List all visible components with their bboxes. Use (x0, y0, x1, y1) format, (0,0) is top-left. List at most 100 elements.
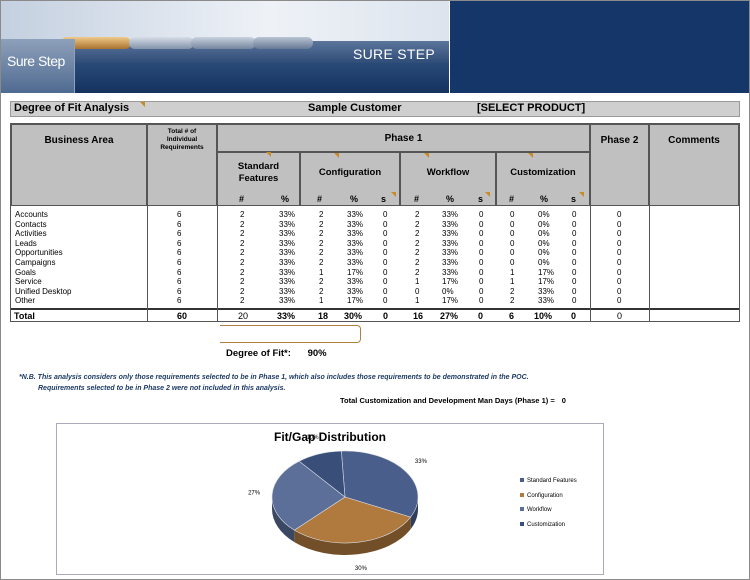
cell-sf_n[interactable]: 2 (240, 239, 244, 249)
cell-wf_p[interactable]: 17% (442, 277, 458, 287)
cell-sf_n[interactable]: 2 (240, 268, 244, 278)
cell-wf_p[interactable]: 33% (442, 248, 458, 258)
cell-p2[interactable]: 0 (617, 296, 621, 306)
cell-p2[interactable]: 0 (617, 277, 621, 287)
cell-wf_p[interactable]: 33% (442, 229, 458, 239)
cell-cf_s[interactable]: 0 (383, 220, 387, 230)
cell-sf_p[interactable]: 33% (279, 277, 295, 287)
cell-wf_s[interactable]: 0 (479, 287, 483, 297)
cell-sf_p[interactable]: 33% (279, 229, 295, 239)
cell-cu_p[interactable]: 0% (538, 229, 550, 239)
cell-wf_n[interactable]: 1 (415, 277, 419, 287)
cell-cu_n[interactable]: 2 (510, 296, 514, 306)
cell-p2[interactable]: 0 (617, 239, 621, 249)
cell-cu_p[interactable]: 0% (538, 258, 550, 268)
cell-sf_n[interactable]: 2 (240, 296, 244, 306)
cell-cu_n[interactable]: 0 (510, 229, 514, 239)
customer-name[interactable]: Sample Customer (308, 102, 402, 114)
cell-cu_n[interactable]: 0 (510, 258, 514, 268)
cell-cu_n[interactable]: 1 (510, 268, 514, 278)
cell-cu_s[interactable]: 0 (572, 239, 576, 249)
cell-cu_p[interactable]: 0% (538, 220, 550, 230)
cell-wf_n[interactable]: 2 (415, 210, 419, 220)
cell-sf_p[interactable]: 33% (279, 220, 295, 230)
cell-cf_s[interactable]: 0 (383, 268, 387, 278)
cell-cu_p[interactable]: 17% (538, 268, 554, 278)
cell-cu_p[interactable]: 17% (538, 277, 554, 287)
cell-wf_n[interactable]: 2 (415, 220, 419, 230)
cell-cu_p[interactable]: 33% (538, 296, 554, 306)
cell-cu_n[interactable]: 0 (510, 239, 514, 249)
cell-wf_s[interactable]: 0 (479, 239, 483, 249)
cell-wf_n[interactable]: 2 (415, 268, 419, 278)
cell-total[interactable]: 6 (177, 248, 181, 258)
cell-wf_p[interactable]: 33% (442, 220, 458, 230)
cell-cu_s[interactable]: 0 (572, 268, 576, 278)
cell-p2[interactable]: 0 (617, 248, 621, 258)
cell-cf_n[interactable]: 1 (319, 268, 323, 278)
cell-wf_p[interactable]: 33% (442, 239, 458, 249)
cell-cf_s[interactable]: 0 (383, 210, 387, 220)
cell-cf_p[interactable]: 33% (347, 220, 363, 230)
cell-wf_s[interactable]: 0 (479, 229, 483, 239)
cell-cf_p[interactable]: 33% (347, 277, 363, 287)
cell-wf_n[interactable]: 2 (415, 239, 419, 249)
cell-cf_n[interactable]: 2 (319, 277, 323, 287)
cell-sf_n[interactable]: 2 (240, 258, 244, 268)
cell-sf_n[interactable]: 2 (240, 220, 244, 230)
cell-cf_s[interactable]: 0 (383, 248, 387, 258)
cell-wf_p[interactable]: 33% (442, 210, 458, 220)
cell-p2[interactable]: 0 (617, 258, 621, 268)
cell-sf_p[interactable]: 33% (279, 239, 295, 249)
chart-container[interactable]: Fit/Gap Distribution 33% 30% 27% 10% Standa… (56, 423, 604, 575)
cell-wf_s[interactable]: 0 (479, 258, 483, 268)
cell-cu_n[interactable]: 0 (510, 248, 514, 258)
cell-cf_s[interactable]: 0 (383, 296, 387, 306)
cell-wf_p[interactable]: 0% (442, 287, 454, 297)
cell-wf_n[interactable]: 1 (415, 296, 419, 306)
cell-cf_p[interactable]: 33% (347, 258, 363, 268)
cell-sf_p[interactable]: 33% (279, 296, 295, 306)
cell-cu_s[interactable]: 0 (572, 229, 576, 239)
cell-sf_n[interactable]: 2 (240, 210, 244, 220)
cell-total[interactable]: 6 (177, 239, 181, 249)
cell-cu_s[interactable]: 0 (572, 220, 576, 230)
cell-wf_n[interactable]: 2 (415, 229, 419, 239)
cell-cf_n[interactable]: 2 (319, 220, 323, 230)
cell-cu_n[interactable]: 1 (510, 277, 514, 287)
cell-total[interactable]: 6 (177, 229, 181, 239)
cell-cu_p[interactable]: 0% (538, 248, 550, 258)
cell-cf_p[interactable]: 33% (347, 287, 363, 297)
cell-p2[interactable]: 0 (617, 220, 621, 230)
cell-sf_p[interactable]: 33% (279, 258, 295, 268)
cell-wf_p[interactable]: 33% (442, 258, 458, 268)
cell-cu_n[interactable]: 0 (510, 210, 514, 220)
cell-sf_p[interactable]: 33% (279, 248, 295, 258)
cell-wf_p[interactable]: 17% (442, 296, 458, 306)
cell-cu_n[interactable]: 0 (510, 220, 514, 230)
cell-p2[interactable]: 0 (617, 210, 621, 220)
cell-cf_s[interactable]: 0 (383, 229, 387, 239)
cell-cf_n[interactable]: 2 (319, 239, 323, 249)
cell-total[interactable]: 6 (177, 296, 181, 306)
cell-total[interactable]: 6 (177, 277, 181, 287)
cell-cf_p[interactable]: 33% (347, 229, 363, 239)
cell-total[interactable]: 6 (177, 258, 181, 268)
cell-wf_n[interactable]: 2 (415, 258, 419, 268)
cell-cf_p[interactable]: 17% (347, 296, 363, 306)
cell-wf_s[interactable]: 0 (479, 220, 483, 230)
cell-cu_s[interactable]: 0 (572, 287, 576, 297)
cell-cf_p[interactable]: 33% (347, 210, 363, 220)
cell-cf_n[interactable]: 2 (319, 287, 323, 297)
cell-cu_n[interactable]: 2 (510, 287, 514, 297)
cell-cf_s[interactable]: 0 (383, 239, 387, 249)
cell-cf_s[interactable]: 0 (383, 287, 387, 297)
cell-sf_n[interactable]: 2 (240, 287, 244, 297)
cell-cf_n[interactable]: 1 (319, 296, 323, 306)
cell-wf_s[interactable]: 0 (479, 277, 483, 287)
cell-total[interactable]: 6 (177, 268, 181, 278)
cell-wf_n[interactable]: 2 (415, 248, 419, 258)
cell-wf_s[interactable]: 0 (479, 248, 483, 258)
cell-cf_n[interactable]: 2 (319, 229, 323, 239)
cell-sf_n[interactable]: 2 (240, 248, 244, 258)
